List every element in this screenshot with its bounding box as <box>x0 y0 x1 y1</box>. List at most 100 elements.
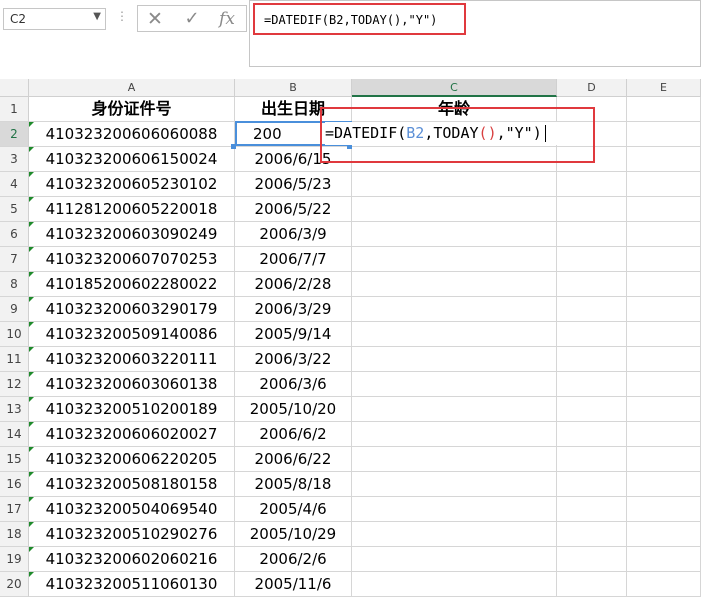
cell-d[interactable] <box>557 422 627 446</box>
age-cell[interactable] <box>352 572 557 596</box>
cell-e[interactable] <box>627 97 701 121</box>
cell-e[interactable] <box>627 197 701 221</box>
age-cell[interactable] <box>352 172 557 196</box>
row-header-9[interactable]: 9 <box>0 297 29 322</box>
birthdate-cell[interactable]: 2005/11/6 <box>235 572 352 596</box>
age-cell[interactable] <box>352 372 557 396</box>
column-header-b[interactable]: B <box>235 79 352 97</box>
cell-d[interactable] <box>557 372 627 396</box>
birthdate-cell[interactable]: 2006/6/2 <box>235 422 352 446</box>
cell-e[interactable] <box>627 547 701 571</box>
cell-e[interactable] <box>627 172 701 196</box>
cell-d[interactable] <box>557 322 627 346</box>
row-header-16[interactable]: 16 <box>0 472 29 497</box>
age-cell[interactable] <box>352 322 557 346</box>
row-header-15[interactable]: 15 <box>0 447 29 472</box>
age-cell[interactable] <box>352 347 557 371</box>
age-cell[interactable] <box>352 472 557 496</box>
cell-e[interactable] <box>627 397 701 421</box>
cell-e[interactable] <box>627 472 701 496</box>
birthdate-cell[interactable]: 2005/4/6 <box>235 497 352 521</box>
cell-d[interactable] <box>557 222 627 246</box>
cell-d[interactable] <box>557 522 627 546</box>
id-cell[interactable]: 411281200605220018 <box>29 197 235 221</box>
id-cell[interactable]: 410323200511060130 <box>29 572 235 596</box>
name-box[interactable]: C2 ▼ <box>3 8 106 30</box>
id-cell[interactable]: 410323200603060138 <box>29 372 235 396</box>
row-header-2[interactable]: 2 <box>0 122 29 147</box>
cell-e[interactable] <box>627 447 701 471</box>
age-cell[interactable] <box>352 397 557 421</box>
cell-e[interactable] <box>627 247 701 271</box>
age-cell[interactable] <box>352 297 557 321</box>
birthdate-cell[interactable]: 2006/3/22 <box>235 347 352 371</box>
cell-d[interactable] <box>557 347 627 371</box>
cell-d[interactable] <box>557 397 627 421</box>
cell-e[interactable] <box>627 422 701 446</box>
age-cell[interactable] <box>352 222 557 246</box>
cell-e[interactable] <box>627 122 701 146</box>
cell-e[interactable] <box>627 372 701 396</box>
cancel-icon[interactable]: ✕ <box>141 7 169 31</box>
cell-e[interactable] <box>627 272 701 296</box>
cell-d[interactable] <box>557 547 627 571</box>
row-header-20[interactable]: 20 <box>0 572 29 597</box>
row-header-4[interactable]: 4 <box>0 172 29 197</box>
birthdate-cell[interactable]: 2006/3/6 <box>235 372 352 396</box>
cell-d[interactable] <box>557 472 627 496</box>
birthdate-cell[interactable]: 2006/3/29 <box>235 297 352 321</box>
row-header-5[interactable]: 5 <box>0 197 29 222</box>
id-cell[interactable]: 410323200605230102 <box>29 172 235 196</box>
cell-e[interactable] <box>627 497 701 521</box>
row-header-3[interactable]: 3 <box>0 147 29 172</box>
row-header-11[interactable]: 11 <box>0 347 29 372</box>
birthdate-cell[interactable]: 2006/7/7 <box>235 247 352 271</box>
cell-d[interactable] <box>557 197 627 221</box>
id-cell[interactable]: 410323200606220205 <box>29 447 235 471</box>
id-cell[interactable]: 410323200508180158 <box>29 472 235 496</box>
cell-d[interactable] <box>557 172 627 196</box>
cell-e[interactable] <box>627 297 701 321</box>
id-cell[interactable]: 410323200510200189 <box>29 397 235 421</box>
id-cell[interactable]: 410323200603090249 <box>29 222 235 246</box>
id-cell[interactable]: 410185200602280022 <box>29 272 235 296</box>
chevron-down-icon[interactable]: ▼ <box>93 11 101 22</box>
cell-d[interactable] <box>557 447 627 471</box>
cell-e[interactable] <box>627 222 701 246</box>
column-header-c[interactable]: C <box>352 79 557 97</box>
id-cell[interactable]: 410323200504069540 <box>29 497 235 521</box>
id-cell[interactable]: 410323200606060088 <box>29 122 235 146</box>
header-id-cell[interactable]: 身份证件号 <box>29 97 235 121</box>
cell-e[interactable] <box>627 522 701 546</box>
birthdate-cell[interactable]: 2006/5/23 <box>235 172 352 196</box>
cell-e[interactable] <box>627 322 701 346</box>
id-cell[interactable]: 410323200606020027 <box>29 422 235 446</box>
birthdate-cell[interactable]: 2006/6/22 <box>235 447 352 471</box>
birthdate-cell[interactable]: 2005/10/29 <box>235 522 352 546</box>
row-header-19[interactable]: 19 <box>0 547 29 572</box>
row-header-13[interactable]: 13 <box>0 397 29 422</box>
id-cell[interactable]: 410323200603220111 <box>29 347 235 371</box>
birthdate-cell[interactable]: 2005/10/20 <box>235 397 352 421</box>
age-cell[interactable] <box>352 447 557 471</box>
row-header-17[interactable]: 17 <box>0 497 29 522</box>
age-cell[interactable] <box>352 522 557 546</box>
cell-d[interactable] <box>557 247 627 271</box>
column-header-d[interactable]: D <box>557 79 627 97</box>
age-cell[interactable] <box>352 197 557 221</box>
age-cell[interactable] <box>352 247 557 271</box>
row-header-10[interactable]: 10 <box>0 322 29 347</box>
row-header-18[interactable]: 18 <box>0 522 29 547</box>
birthdate-cell[interactable]: 2006/5/22 <box>235 197 352 221</box>
column-header-a[interactable]: A <box>29 79 235 97</box>
birthdate-cell[interactable]: 2006/3/9 <box>235 222 352 246</box>
birthdate-cell[interactable]: 2005/9/14 <box>235 322 352 346</box>
cell-d[interactable] <box>557 272 627 296</box>
age-cell[interactable] <box>352 547 557 571</box>
row-header-12[interactable]: 12 <box>0 372 29 397</box>
drag-handle-icon[interactable]: ⋮ <box>116 9 128 23</box>
row-header-8[interactable]: 8 <box>0 272 29 297</box>
birthdate-cell[interactable]: 2006/2/28 <box>235 272 352 296</box>
cell-d[interactable] <box>557 297 627 321</box>
id-cell[interactable]: 410323200510290276 <box>29 522 235 546</box>
